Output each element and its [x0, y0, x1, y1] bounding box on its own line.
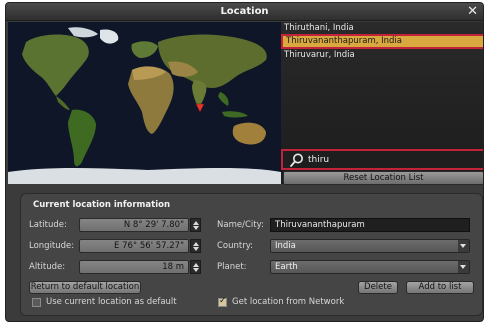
title-bar: Location ✕ [6, 3, 483, 21]
search-icon [290, 153, 303, 167]
longitude-label: Longitude: [29, 241, 75, 251]
country-select[interactable]: India [270, 239, 470, 253]
use-default-checkbox[interactable] [32, 298, 41, 307]
planet-select[interactable]: Earth [270, 260, 470, 274]
name-city-field[interactable]: Thiruvananthapuram [270, 218, 470, 232]
network-location-label: Get location from Network [232, 297, 345, 307]
longitude-spinner-icon[interactable] [190, 239, 201, 253]
name-city-label: Name/City: [217, 220, 264, 230]
world-map[interactable] [8, 22, 281, 184]
latitude-spinner-icon[interactable] [190, 218, 201, 232]
list-item[interactable]: Thiruvarur, India [281, 49, 483, 61]
delete-button[interactable]: Delete [358, 281, 398, 294]
list-item-selected[interactable]: Thiruvananthapuram, India [281, 34, 483, 49]
planet-label: Planet: [217, 262, 247, 272]
chevron-down-icon [458, 240, 469, 252]
chevron-down-icon [458, 261, 469, 273]
latitude-field[interactable]: N 8° 29' 7.80" [79, 218, 189, 232]
altitude-label: Altitude: [29, 262, 66, 272]
planet-value: Earth [275, 262, 298, 272]
world-map-image [8, 22, 281, 184]
window-title: Location [220, 6, 269, 17]
longitude-field[interactable]: E 76° 56' 57.27" [79, 239, 189, 253]
add-to-list-button[interactable]: Add to list [406, 281, 474, 294]
search-box[interactable] [281, 149, 483, 170]
altitude-spinner-icon[interactable] [190, 260, 201, 274]
reset-location-list-button[interactable]: Reset Location List [283, 171, 483, 185]
list-item[interactable]: Thiruthani, India [281, 22, 483, 34]
return-to-default-button[interactable]: Return to default location [29, 281, 141, 294]
latitude-label: Latitude: [29, 220, 67, 230]
section-heading: Current location information [33, 200, 171, 210]
location-dialog: Location ✕ Thiruthani, India Thiruvanant… [5, 2, 484, 322]
current-location-panel: Current location information Latitude: N… [20, 193, 483, 316]
search-input[interactable] [308, 153, 478, 167]
country-label: Country: [217, 241, 254, 251]
close-icon[interactable]: ✕ [467, 4, 478, 19]
altitude-field[interactable]: 18 m [79, 260, 189, 274]
use-default-label: Use current location as default [46, 297, 177, 307]
country-value: India [275, 241, 296, 251]
network-location-checkbox[interactable] [218, 296, 227, 307]
